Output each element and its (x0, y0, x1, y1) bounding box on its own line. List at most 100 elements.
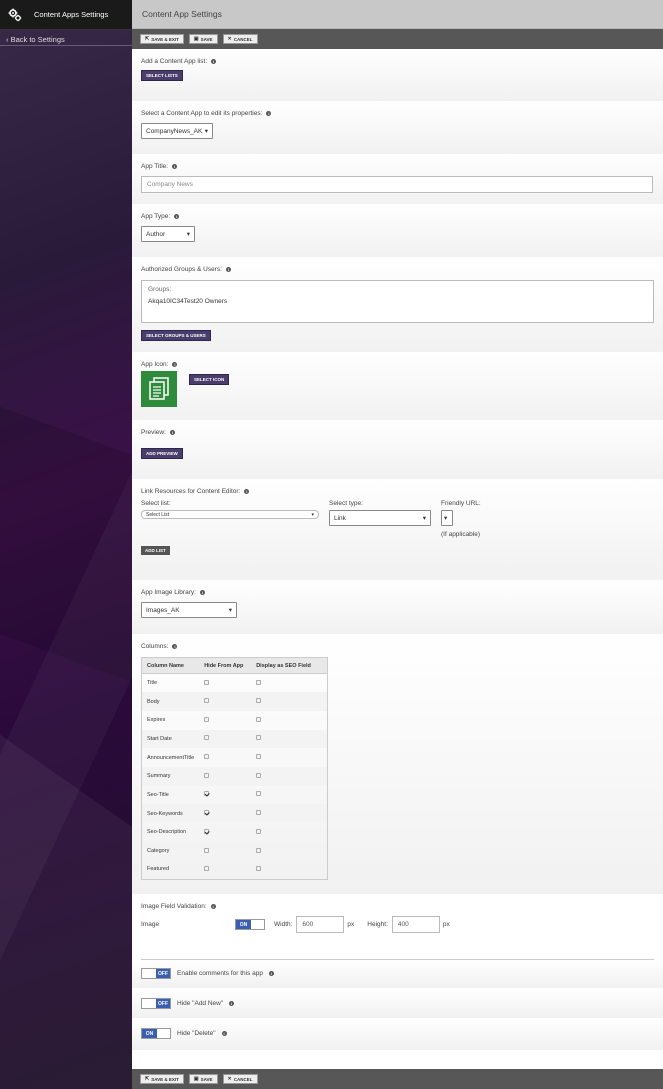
dropdown-arrow-icon: ▾ (422, 515, 426, 522)
hide-from-app-checkbox[interactable] (204, 735, 210, 741)
hide-from-app-checkbox[interactable] (204, 791, 210, 797)
info-icon[interactable]: i (172, 362, 178, 367)
dropdown-arrow-icon: ▾ (311, 511, 314, 518)
hide-from-app-checkbox[interactable] (204, 810, 210, 816)
save-exit-icon: ⇱ (145, 1076, 150, 1082)
columns-section: Columns: i Column Name Hide From App Disp… (132, 634, 663, 894)
sidebar-header: Content Apps Settings (0, 0, 132, 30)
width-unit: px (347, 921, 355, 928)
table-row: Seo-Title (142, 786, 328, 805)
column-name-cell: Featured (147, 866, 170, 873)
comments-label: Enable comments for this app (177, 970, 263, 977)
info-icon[interactable]: i (174, 214, 180, 219)
link-resources-section: Link Resources for Content Editor: i Sele… (132, 479, 663, 580)
cancel-button[interactable]: ✕ CANCEL (222, 34, 258, 44)
select-list-dropdown[interactable]: Select List ▾ (141, 510, 319, 519)
app-title-input[interactable]: Company News (141, 176, 653, 193)
save-icon: ▣ (193, 1076, 199, 1082)
seo-field-checkbox[interactable] (256, 698, 262, 704)
hide-from-app-checkbox[interactable] (204, 828, 210, 834)
column-name-cell: Seo-Keywords (141, 804, 200, 823)
column-name-cell: Body (141, 692, 200, 711)
column-name-cell: Seo-Title (147, 791, 169, 798)
seo-field-checkbox[interactable] (256, 810, 262, 816)
info-icon[interactable]: i (269, 971, 274, 976)
info-icon[interactable]: i (244, 489, 250, 494)
table-row: Expires (142, 711, 328, 730)
info-icon[interactable]: i (169, 430, 175, 435)
friendly-url-dropdown[interactable]: ▾ (441, 510, 453, 526)
select-app-dropdown[interactable]: CompanyNews_AK ▾ (141, 123, 213, 139)
select-type-label: Select type: (329, 500, 363, 507)
cancel-button[interactable]: ✕ CANCEL (222, 1074, 258, 1084)
hide-from-app-checkbox[interactable] (204, 772, 210, 778)
hide-add-new-section: OFF Hide "Add New" i (132, 988, 663, 1018)
hide-from-app-checkbox[interactable] (204, 698, 210, 704)
info-icon[interactable]: i (266, 111, 272, 116)
hide-add-new-toggle[interactable]: OFF (141, 998, 171, 1009)
dropdown-arrow-icon: ▾ (204, 128, 208, 135)
authorized-label: Authorized Groups & Users: (141, 266, 222, 273)
seo-field-checkbox[interactable] (256, 865, 262, 871)
height-unit: px (442, 921, 450, 928)
info-icon[interactable]: i (221, 1031, 227, 1036)
save-exit-button[interactable]: ⇱ SAVE & EXIT (140, 34, 184, 44)
info-icon[interactable]: i (225, 267, 231, 272)
image-validation-toggle[interactable]: ON (235, 919, 265, 930)
info-icon[interactable]: i (172, 164, 178, 169)
info-icon[interactable]: i (210, 904, 216, 909)
seo-field-checkbox[interactable] (256, 772, 262, 778)
select-lists-button[interactable]: SELECT LISTS (141, 70, 183, 81)
save-exit-icon: ⇱ (145, 36, 150, 42)
info-icon[interactable]: i (229, 1001, 235, 1006)
image-validation-section: Image Field Validation: i Image ON Width:… (132, 894, 663, 960)
seo-field-checkbox[interactable] (256, 716, 262, 722)
width-input[interactable]: 600 (296, 916, 345, 933)
columns-label: Columns: (141, 643, 169, 650)
hide-from-app-checkbox[interactable] (204, 847, 210, 853)
hide-from-app-checkbox[interactable] (204, 865, 210, 871)
hide-from-app-checkbox[interactable] (204, 716, 210, 722)
image-library-dropdown[interactable]: Images_AK ▾ (141, 602, 237, 618)
select-list-label: Select list: (141, 500, 171, 507)
groups-box[interactable]: Groups: Akqa10IC34Test20 Owners (141, 280, 654, 323)
back-to-settings-link[interactable]: ‹ Back to Settings (0, 30, 132, 46)
seo-field-checkbox[interactable] (256, 735, 262, 741)
column-name-cell: Category (141, 841, 200, 861)
app-type-label: App Type: (141, 213, 171, 220)
table-row: Category (141, 841, 328, 861)
column-name-cell: AnnouncementTitle (147, 754, 195, 761)
seo-field-checkbox[interactable] (256, 828, 262, 834)
hide-from-app-checkbox[interactable] (204, 754, 210, 760)
app-icon-section: App Icon: i SELECT ICON (132, 352, 663, 420)
image-field-label: Image (141, 921, 160, 928)
info-icon[interactable]: i (211, 59, 217, 64)
info-icon[interactable]: i (172, 644, 178, 649)
seo-field-checkbox[interactable] (256, 679, 262, 685)
hide-from-app-checkbox[interactable] (204, 679, 210, 685)
column-name-cell: Summary (141, 766, 200, 786)
width-label: Width: (274, 921, 293, 928)
height-input[interactable]: 400 (391, 916, 440, 933)
select-type-dropdown[interactable]: Link ▾ (329, 510, 431, 526)
save-exit-button[interactable]: ⇱ SAVE & EXIT (140, 1074, 184, 1084)
column-header: Hide From App (199, 657, 252, 674)
seo-field-checkbox[interactable] (256, 791, 262, 797)
app-type-dropdown[interactable]: Author ▾ (141, 226, 195, 242)
column-name-cell: Title (147, 680, 158, 687)
dropdown-arrow-icon: ▾ (228, 607, 232, 614)
save-button[interactable]: ▣ SAVE (188, 34, 218, 44)
add-preview-button[interactable]: ADD PREVIEW (141, 448, 183, 459)
info-icon[interactable]: i (199, 590, 205, 595)
save-button[interactable]: ▣ SAVE (188, 1074, 218, 1084)
toolbar-bottom: ⇱ SAVE & EXIT ▣ SAVE ✕ CANCEL (132, 1069, 663, 1089)
seo-field-checkbox[interactable] (256, 754, 262, 760)
add-list-button[interactable]: ADD LIST (141, 546, 170, 555)
select-groups-users-button[interactable]: SELECT GROUPS & USERS (141, 330, 211, 341)
comments-toggle[interactable]: OFF (141, 968, 171, 979)
select-icon-button[interactable]: SELECT ICON (189, 374, 230, 385)
seo-field-checkbox[interactable] (256, 847, 262, 853)
app-title-label: App Title: (141, 163, 169, 170)
columns-table: Column Name Hide From App Display as SEO… (141, 657, 328, 880)
hide-delete-toggle[interactable]: ON (141, 1028, 171, 1039)
